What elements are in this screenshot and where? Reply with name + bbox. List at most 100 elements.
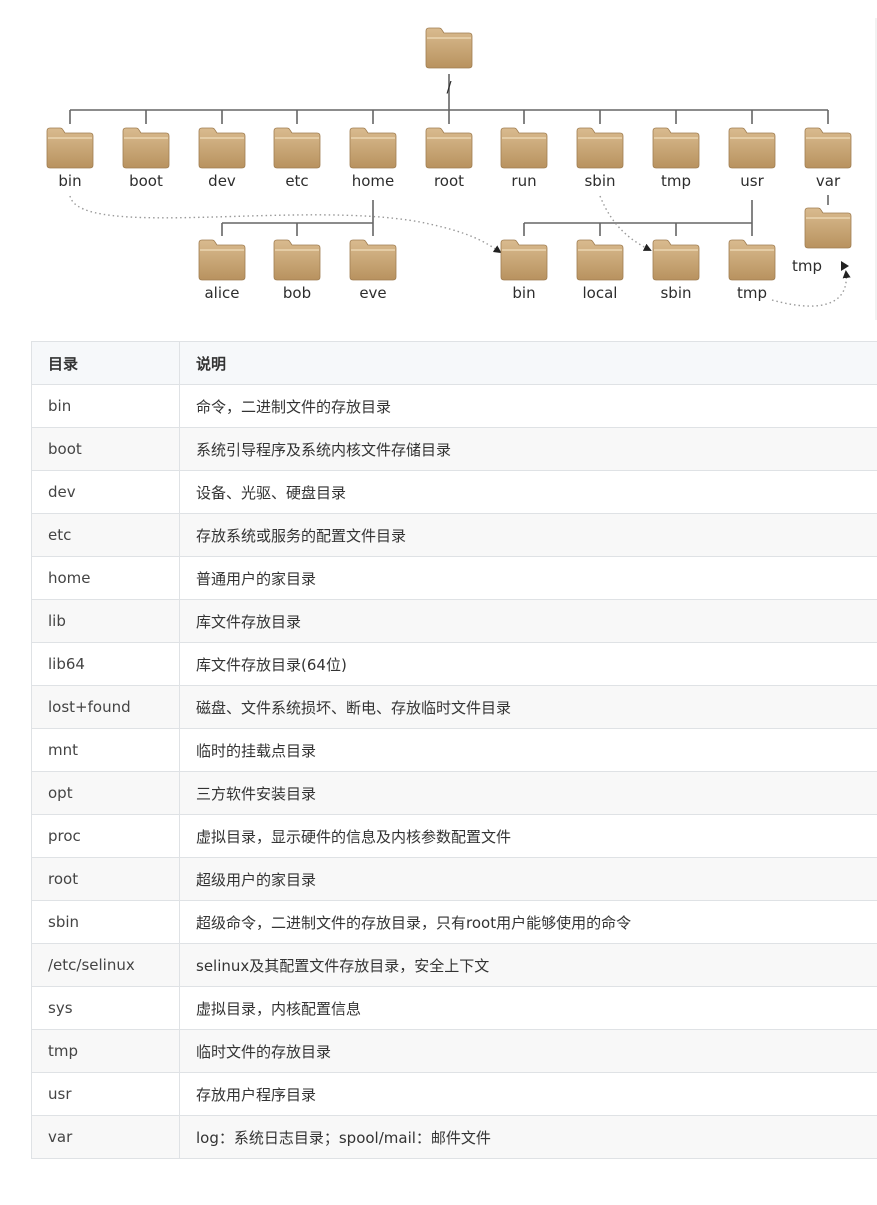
folder-boot: boot <box>122 127 170 190</box>
directory-name-cell: sbin <box>31 900 180 944</box>
directory-description-cell: 临时的挂载点目录 <box>179 728 877 772</box>
arrow-icon <box>841 261 849 271</box>
directory-description-cell: 三方软件安装目录 <box>179 771 877 815</box>
directory-name-cell: home <box>31 556 180 600</box>
folder-icon <box>652 239 700 281</box>
folder-icon-highlight <box>275 249 319 251</box>
table-row: dev 设备、光驱、硬盘目录 <box>31 470 877 514</box>
directory-description-cell: 虚拟目录，显示硬件的信息及内核参数配置文件 <box>179 814 877 858</box>
folder-icon-highlight <box>351 137 395 139</box>
table-row: home 普通用户的家目录 <box>31 556 877 600</box>
directory-description-cell: 超级命令，二进制文件的存放目录，只有root用户能够使用的命令 <box>179 900 877 944</box>
folder-icon-highlight <box>427 137 471 139</box>
folder-run: run <box>500 127 548 190</box>
table-header-row: 目录 说明 <box>31 341 877 385</box>
folder-icon-highlight <box>578 249 622 251</box>
folder-label: boot <box>129 172 163 190</box>
table-row: /etc/selinux selinux及其配置文件存放目录，安全上下文 <box>31 943 877 987</box>
header-description: 说明 <box>179 341 877 385</box>
folder-icon-highlight <box>351 249 395 251</box>
folder-label: eve <box>359 284 386 302</box>
folder-icon <box>804 127 852 169</box>
table-row: lost+found 磁盘、文件系统损坏、断电、存放临时文件目录 <box>31 685 877 729</box>
folder-icon-highlight <box>502 249 546 251</box>
directory-description-cell: 普通用户的家目录 <box>179 556 877 600</box>
directory-name-cell: usr <box>31 1072 180 1116</box>
table-row: lib 库文件存放目录 <box>31 599 877 643</box>
folder-icon-highlight <box>200 249 244 251</box>
directory-name-cell: lib <box>31 599 180 643</box>
folder-icon-highlight <box>806 217 850 219</box>
folder-sbin: sbin <box>576 127 624 190</box>
folder-icon <box>500 127 548 169</box>
table-body: bin 命令，二进制文件的存放目录 boot 系统引导程序及系统内核文件存储目录 dev… <box>31 384 877 1159</box>
folder-icon <box>652 127 700 169</box>
table-row: var log：系统日志目录；spool/mail：邮件文件 <box>31 1115 877 1159</box>
directory-name-cell: sys <box>31 986 180 1030</box>
directory-description-cell: log：系统日志目录；spool/mail：邮件文件 <box>179 1115 877 1159</box>
directory-description-cell: 库文件存放目录(64位) <box>179 642 877 686</box>
folder-icon-highlight <box>124 137 168 139</box>
folder-icon <box>425 127 473 169</box>
folder-icon <box>198 127 246 169</box>
directory-name-cell: tmp <box>31 1029 180 1073</box>
folder-etc: etc <box>273 127 321 190</box>
folder-root-slash: / <box>425 27 473 96</box>
folder-home: home <box>349 127 397 190</box>
directory-description-cell: 存放用户程序目录 <box>179 1072 877 1116</box>
folder-label: var <box>816 172 841 190</box>
table-row: root 超级用户的家目录 <box>31 857 877 901</box>
folder-label: root <box>434 172 464 190</box>
folder-label: dev <box>208 172 236 190</box>
table-row: sys 虚拟目录，内核配置信息 <box>31 986 877 1030</box>
folder-icon <box>500 239 548 281</box>
directory-description-cell: 超级用户的家目录 <box>179 857 877 901</box>
header-directory: 目录 <box>31 341 180 385</box>
folder-icon <box>122 127 170 169</box>
directory-name-cell: lib64 <box>31 642 180 686</box>
directory-name-cell: /etc/selinux <box>31 943 180 987</box>
folder-icon <box>46 127 94 169</box>
folder-icon <box>576 127 624 169</box>
directory-description-cell: 库文件存放目录 <box>179 599 877 643</box>
directory-name-cell: lost+found <box>31 685 180 729</box>
table-row: mnt 临时的挂载点目录 <box>31 728 877 772</box>
folder-label: tmp <box>737 284 767 302</box>
directory-name-cell: mnt <box>31 728 180 772</box>
folder-dev: dev <box>198 127 246 190</box>
folder-nodes: / bin boot dev etc home root run sbin tmp usr var al… <box>46 27 852 302</box>
folder-label: tmp <box>661 172 691 190</box>
table-row: bin 命令，二进制文件的存放目录 <box>31 384 877 428</box>
folder-bob: bob <box>273 239 321 302</box>
directory-name-cell: boot <box>31 427 180 471</box>
directory-name-cell: dev <box>31 470 180 514</box>
table-row: sbin 超级命令，二进制文件的存放目录，只有root用户能够使用的命令 <box>31 900 877 944</box>
folder-icon <box>349 239 397 281</box>
folder-icon-highlight <box>502 137 546 139</box>
folder-tmp: tmp <box>652 127 700 190</box>
folder-icon <box>728 239 776 281</box>
directory-description-cell: 虚拟目录，内核配置信息 <box>179 986 877 1030</box>
folder-icon-highlight <box>200 137 244 139</box>
table-row: opt 三方软件安装目录 <box>31 771 877 815</box>
directory-name-cell: etc <box>31 513 180 557</box>
folder-usr-local: local <box>576 239 624 302</box>
directory-name-cell: var <box>31 1115 180 1159</box>
folder-label: bob <box>283 284 311 302</box>
folder-root: root <box>425 127 473 190</box>
table-row: lib64 库文件存放目录(64位) <box>31 642 877 686</box>
folder-icon-highlight <box>730 137 774 139</box>
directory-name-cell: proc <box>31 814 180 858</box>
folder-icon <box>273 239 321 281</box>
folder-label: usr <box>740 172 764 190</box>
directory-name-cell: bin <box>31 384 180 428</box>
folder-icon-highlight <box>48 137 92 139</box>
table-row: proc 虚拟目录，显示硬件的信息及内核参数配置文件 <box>31 814 877 858</box>
folder-icon <box>198 239 246 281</box>
folder-label: home <box>352 172 395 190</box>
directory-name-cell: opt <box>31 771 180 815</box>
folder-icon <box>425 27 473 69</box>
folder-icon-highlight <box>654 137 698 139</box>
folder-usr-bin: bin <box>500 239 548 302</box>
folder-label: tmp <box>792 257 822 275</box>
